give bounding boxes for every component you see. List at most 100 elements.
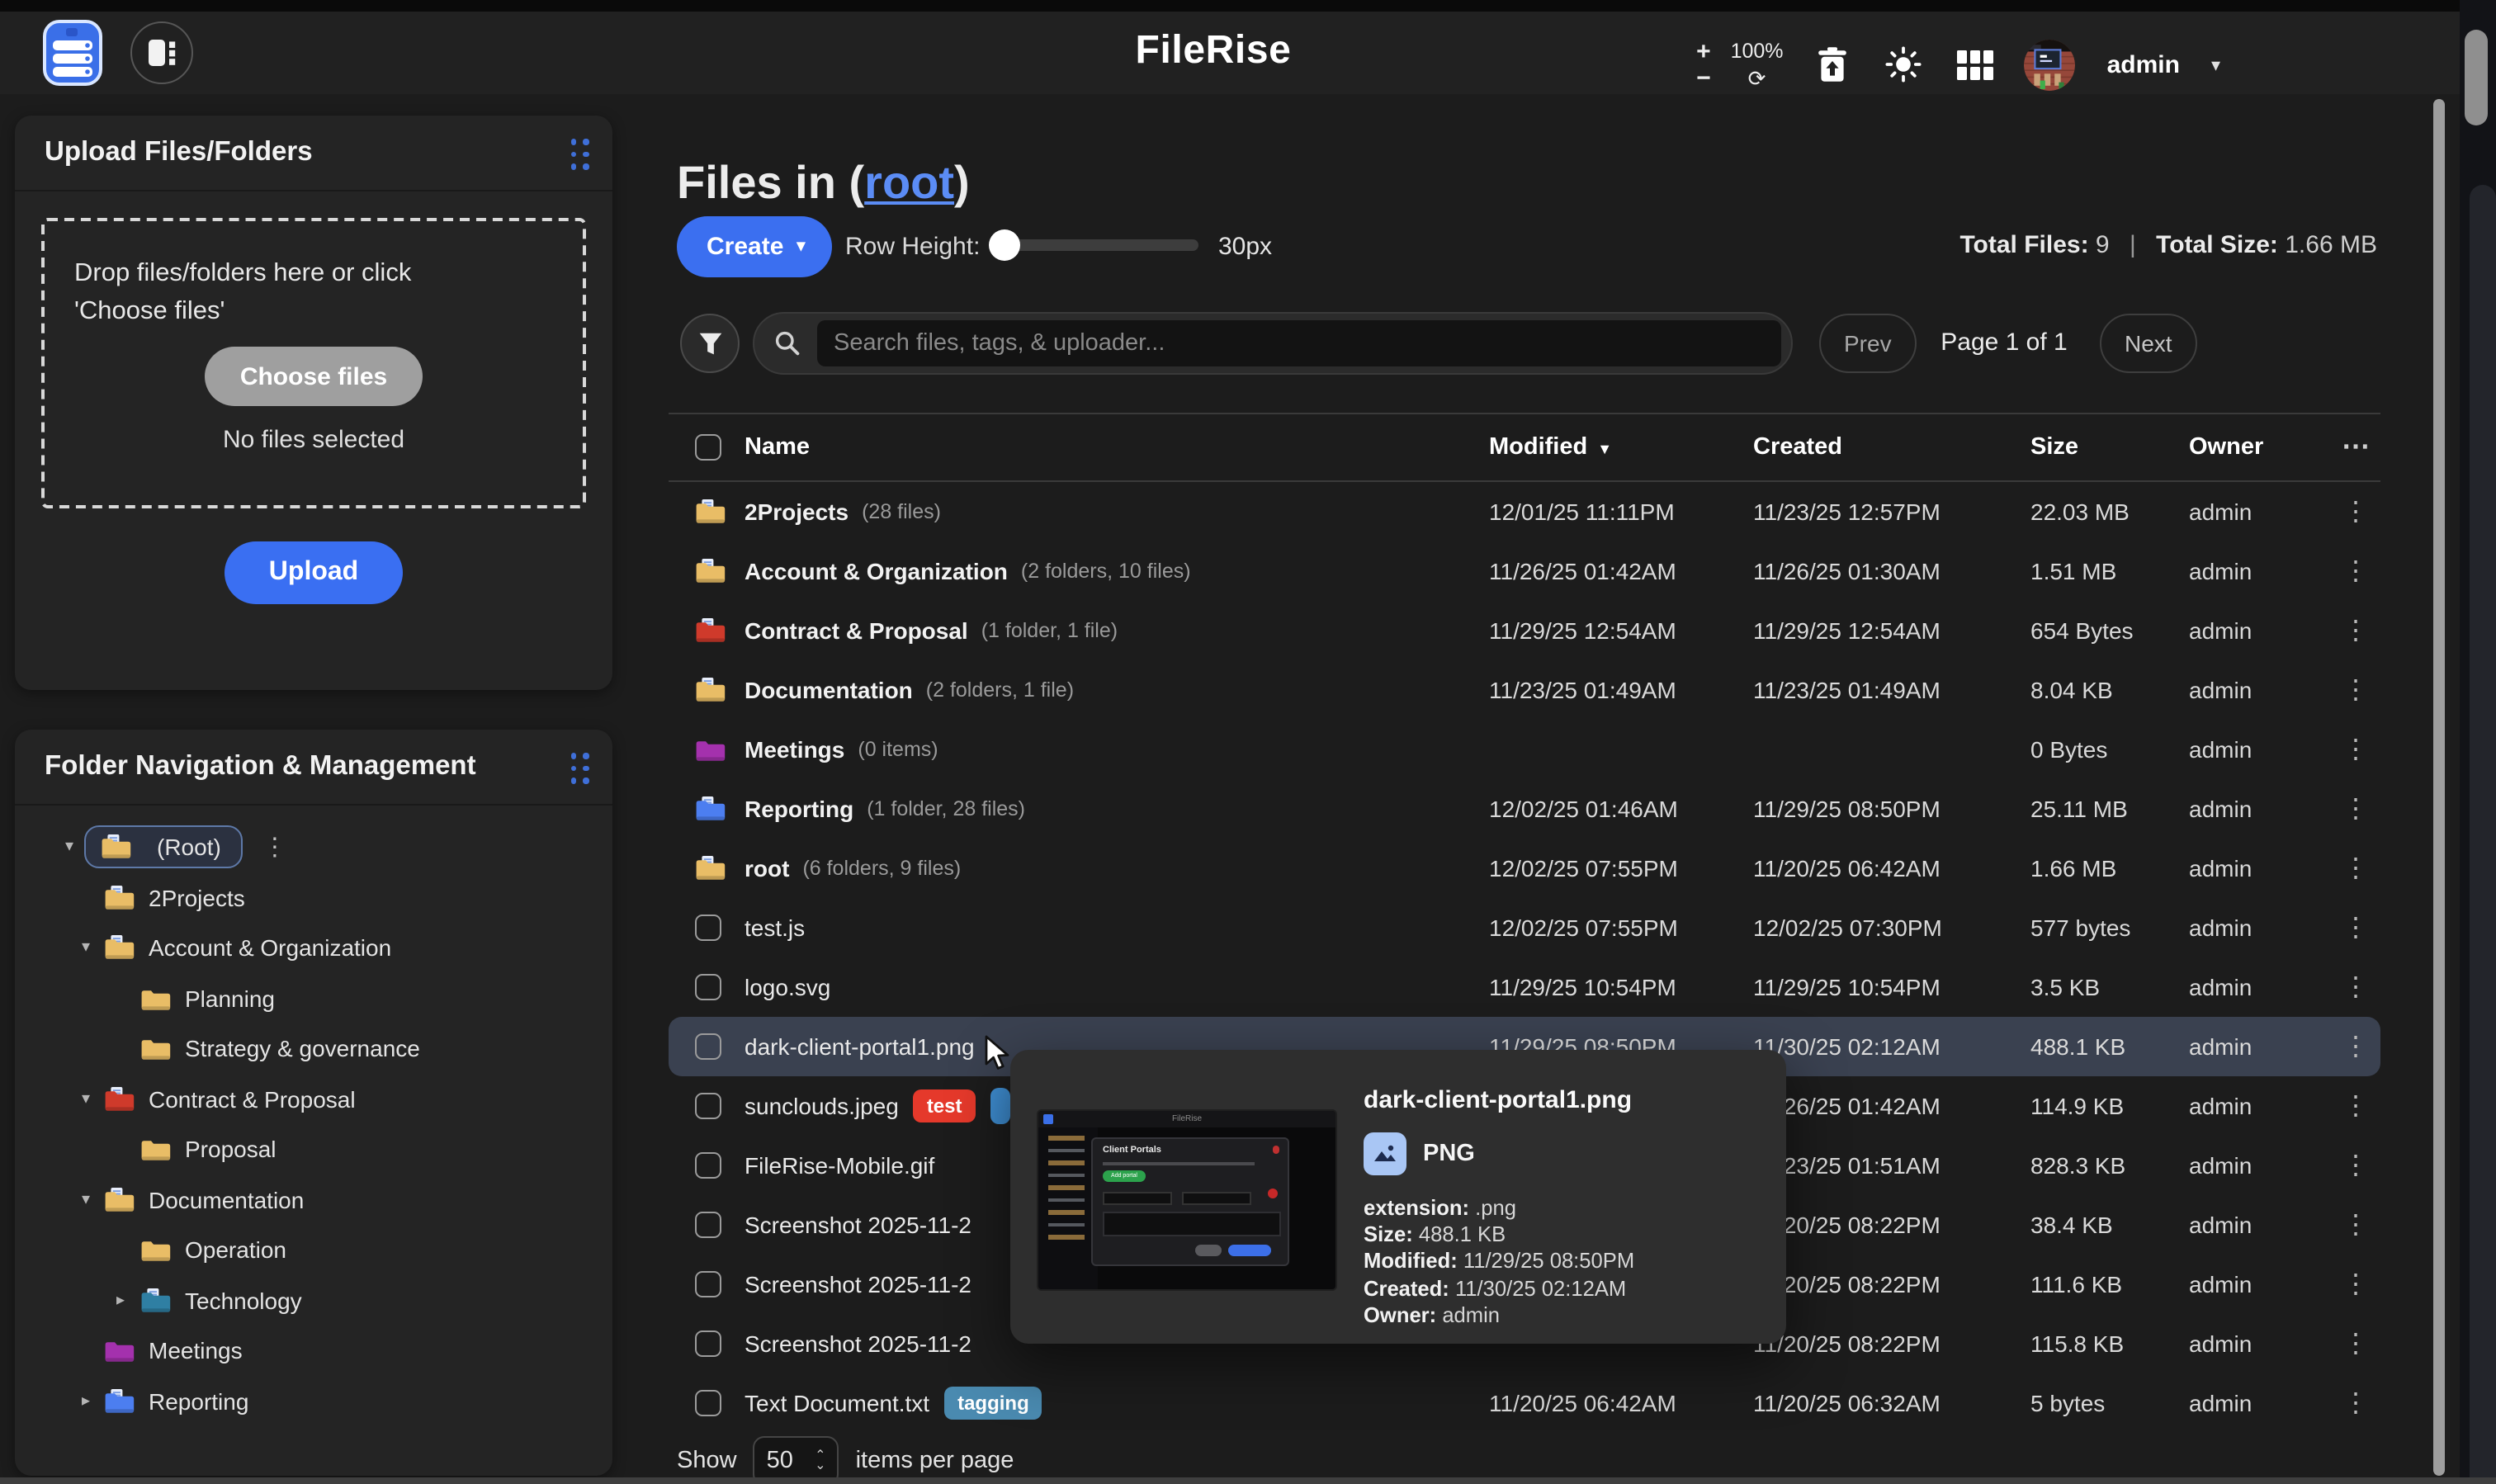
drag-handle-icon[interactable] xyxy=(570,139,589,170)
root-menu-button[interactable]: ⋮ xyxy=(262,833,287,863)
tree-item[interactable]: Proposal xyxy=(15,1124,612,1174)
username-label[interactable]: admin xyxy=(2107,50,2180,78)
slider-thumb[interactable] xyxy=(989,229,1020,261)
choose-files-button[interactable]: Choose files xyxy=(205,347,423,406)
row-checkbox[interactable] xyxy=(695,1271,721,1297)
tree-item[interactable]: Strategy & governance xyxy=(15,1023,612,1074)
table-row-folder[interactable]: Contract & Proposal(1 folder, 1 file)11/… xyxy=(669,601,2380,660)
caret-down-icon[interactable]: ▾ xyxy=(58,839,81,857)
column-header-created[interactable]: Created xyxy=(1753,434,2030,461)
table-row-folder[interactable]: Documentation(2 folders, 1 file)11/23/25… xyxy=(669,660,2380,720)
trash-restore-button[interactable] xyxy=(1812,43,1855,86)
user-menu-caret-icon[interactable]: ▾ xyxy=(2211,54,2220,75)
row-checkbox[interactable] xyxy=(695,974,721,1000)
caret-down-icon[interactable]: ▾ xyxy=(74,1090,97,1108)
filter-button[interactable] xyxy=(680,314,740,373)
tree-item[interactable]: Meetings xyxy=(15,1326,612,1376)
row-checkbox[interactable] xyxy=(695,1152,721,1179)
upload-dropzone[interactable]: Drop files/folders here or click 'Choose… xyxy=(41,218,586,508)
folder-icon xyxy=(101,834,132,861)
row-name-cell: Documentation(2 folders, 1 file) xyxy=(745,677,1489,703)
create-button[interactable]: Create ▾ xyxy=(677,216,831,277)
tree-item[interactable]: ▾Contract & Proposal xyxy=(15,1074,612,1124)
window-scrollbar-thumb[interactable] xyxy=(2465,30,2488,125)
row-menu-button[interactable]: ⋮ xyxy=(2331,495,2380,528)
row-menu-button[interactable]: ⋮ xyxy=(2331,1089,2380,1122)
column-header-name[interactable]: Name xyxy=(745,434,1489,461)
tree-item[interactable]: ▸Reporting xyxy=(15,1376,612,1426)
row-size: 0 Bytes xyxy=(2030,736,2189,763)
tree-item[interactable]: 2Projects xyxy=(15,872,612,923)
table-row-folder[interactable]: Meetings(0 items)0 Bytesadmin⋮ xyxy=(669,720,2380,779)
caret-down-icon[interactable]: ▾ xyxy=(74,939,97,957)
table-row-file[interactable]: Text Document.txttagging11/20/25 06:42AM… xyxy=(669,1373,2380,1433)
row-menu-button[interactable]: ⋮ xyxy=(2331,1387,2380,1420)
row-checkbox[interactable] xyxy=(695,1212,721,1238)
row-menu-button[interactable]: ⋮ xyxy=(2331,555,2380,588)
zoom-in-button[interactable]: + xyxy=(1696,40,1711,62)
select-all-checkbox[interactable] xyxy=(695,434,721,461)
user-avatar[interactable] xyxy=(2025,39,2076,90)
app-logo[interactable] xyxy=(36,20,109,86)
column-header-size[interactable]: Size xyxy=(2030,434,2189,461)
row-checkbox[interactable] xyxy=(695,1390,721,1416)
row-menu-button[interactable]: ⋮ xyxy=(2331,911,2380,944)
row-checkbox[interactable] xyxy=(695,915,721,941)
column-settings-button[interactable]: ⋯ xyxy=(2331,431,2380,464)
root-breadcrumb-link[interactable]: root xyxy=(864,157,954,208)
table-row-file[interactable]: logo.svg11/29/25 10:54PM11/29/25 10:54PM… xyxy=(669,957,2380,1017)
row-size: 488.1 KB xyxy=(2030,1033,2189,1060)
theme-toggle-button[interactable] xyxy=(1883,43,1926,86)
row-menu-button[interactable]: ⋮ xyxy=(2331,1030,2380,1063)
row-size: 5 bytes xyxy=(2030,1390,2189,1416)
row-size: 828.3 KB xyxy=(2030,1152,2189,1179)
apps-grid-button[interactable] xyxy=(1954,43,1997,86)
tree-item-selected[interactable]: (Root) xyxy=(84,826,243,869)
zoom-reset-icon[interactable]: ⟳ xyxy=(1748,68,1766,89)
row-menu-button[interactable]: ⋮ xyxy=(2331,1327,2380,1360)
drag-handle-icon[interactable] xyxy=(570,753,589,784)
row-menu-button[interactable]: ⋮ xyxy=(2331,614,2380,647)
row-checkbox[interactable] xyxy=(695,1033,721,1060)
row-menu-button[interactable]: ⋮ xyxy=(2331,971,2380,1004)
column-header-modified[interactable]: Modified▼ xyxy=(1489,434,1753,461)
zoom-out-button[interactable]: − xyxy=(1696,68,1711,89)
tree-item[interactable]: Planning xyxy=(15,973,612,1023)
folder-card-header: Folder Navigation & Management xyxy=(15,730,612,806)
caret-down-icon[interactable]: ▾ xyxy=(74,1191,97,1209)
panel-scrollbar[interactable] xyxy=(2433,99,2445,1476)
tree-item[interactable]: ▸Technology xyxy=(15,1275,612,1326)
prev-page-button[interactable]: Prev xyxy=(1819,314,1917,373)
row-modified: 11/20/25 06:42AM xyxy=(1489,1390,1753,1416)
row-checkbox[interactable] xyxy=(695,1330,721,1357)
caret-right-icon[interactable]: ▸ xyxy=(109,1292,132,1310)
row-height-slider[interactable] xyxy=(994,239,1198,251)
table-row-folder[interactable]: Account & Organization(2 folders, 10 fil… xyxy=(669,541,2380,601)
sidebar-toggle-button[interactable] xyxy=(130,21,193,84)
dropzone-text: Drop files/folders here or click 'Choose… xyxy=(45,221,583,330)
row-menu-button[interactable]: ⋮ xyxy=(2331,1268,2380,1301)
row-menu-button[interactable]: ⋮ xyxy=(2331,1208,2380,1241)
tree-item[interactable]: ▾Account & Organization xyxy=(15,923,612,973)
table-row-folder[interactable]: Reporting(1 folder, 28 files)12/02/25 01… xyxy=(669,779,2380,839)
table-row-file[interactable]: test.js12/02/25 07:55PM12/02/25 07:30PM5… xyxy=(669,898,2380,957)
table-row-folder[interactable]: 2Projects(28 files)12/01/25 11:11PM11/23… xyxy=(669,482,2380,541)
preview-sidebar xyxy=(1038,1127,1098,1289)
table-row-folder[interactable]: root(6 folders, 9 files)12/02/25 07:55PM… xyxy=(669,839,2380,898)
tree-item[interactable]: ▾(Root) ⋮ xyxy=(15,822,612,872)
tree-item[interactable]: Operation xyxy=(15,1225,612,1275)
row-menu-button[interactable]: ⋮ xyxy=(2331,1149,2380,1182)
caret-right-icon[interactable]: ▸ xyxy=(74,1392,97,1411)
row-owner: admin xyxy=(2189,855,2331,881)
next-page-button[interactable]: Next xyxy=(2100,314,2197,373)
row-menu-button[interactable]: ⋮ xyxy=(2331,792,2380,825)
file-name: Screenshot 2025-11-2 xyxy=(745,1212,971,1238)
row-checkbox[interactable] xyxy=(695,1093,721,1119)
upload-button[interactable]: Upload xyxy=(225,541,403,604)
row-menu-button[interactable]: ⋮ xyxy=(2331,733,2380,766)
search-input[interactable] xyxy=(817,320,1781,366)
row-menu-button[interactable]: ⋮ xyxy=(2331,852,2380,885)
tree-item[interactable]: ▾Documentation xyxy=(15,1174,612,1225)
column-header-owner[interactable]: Owner xyxy=(2189,434,2331,461)
row-menu-button[interactable]: ⋮ xyxy=(2331,673,2380,707)
